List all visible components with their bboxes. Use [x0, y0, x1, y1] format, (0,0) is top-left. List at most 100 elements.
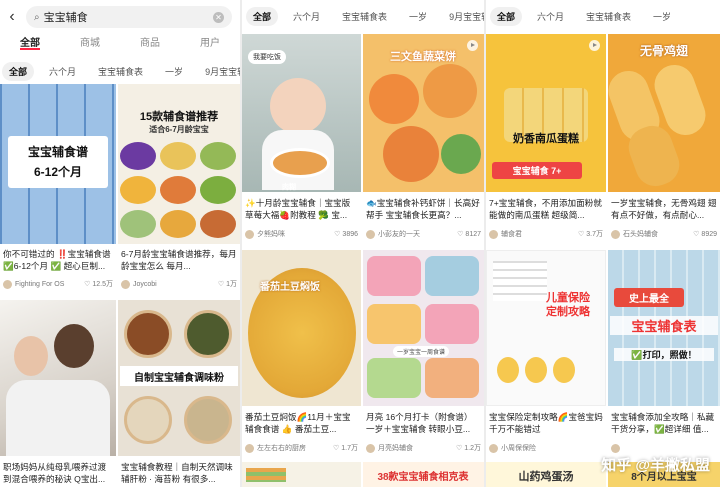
note-meta: 小周保保险 [489, 442, 603, 454]
note-caption: 一岁宝宝辅食，无骨鸡翅 翅有点不好做，有点耐心... [611, 198, 717, 220]
heart-icon[interactable]: ♡ [456, 444, 462, 452]
cover-title: 三文鱼蔬菜饼 [390, 51, 456, 63]
note-card[interactable]: 宝宝辅食谱 6-12个月 你不可错过的 ‼️宝宝辅食谱 ✅6-12个月 ✅ 超心… [0, 84, 116, 296]
author-name: Joycobi [133, 280, 157, 288]
note-cover-image: 自制宝宝辅食调味粉 [118, 300, 240, 456]
search-input[interactable]: ⌕ 宝宝辅食 ✕ [26, 6, 232, 28]
heart-icon[interactable]: ♡ [578, 230, 584, 238]
note-card[interactable]: 儿童保险 定制攻略 宝宝保险定制攻略🌈宝爸宝妈千万不能错过 小周保保险 [486, 250, 606, 462]
chip-six-months[interactable]: 六个月 [530, 7, 571, 26]
heart-icon[interactable]: ♡ [333, 444, 339, 452]
chip-food-table[interactable]: 宝宝辅食表 [91, 62, 150, 81]
chip-food-table[interactable]: 宝宝辅食表 [335, 7, 394, 26]
author-name: Fighting For OS [15, 280, 65, 288]
like-count: 3.7万 [586, 231, 603, 238]
tab-mall[interactable]: 商城 [80, 34, 100, 54]
note-caption: 职场妈妈从纯母乳喂养过渡到混合喂养的秘诀 Q宝出... [3, 462, 107, 484]
note-cover-image: 儿童保险 定制攻略 [486, 250, 606, 406]
filter-chips: 全部 六个月 宝宝辅食表 一岁 9月宝宝辅 [246, 6, 484, 26]
note-meta: 月亮妈辅食 ♡ 1.2万 [366, 442, 481, 454]
tab-users[interactable]: 用户 [200, 34, 220, 54]
heart-icon[interactable]: ♡ [457, 230, 463, 238]
note-meta: 石头妈辅食 ♡ 8929 [611, 228, 717, 240]
avatar [366, 443, 375, 453]
avatar [245, 443, 254, 453]
note-card[interactable]: 无骨鸡翅 一岁宝宝辅食，无骨鸡翅 翅有点不好做，有点耐心... 石头妈辅食 ♡ 8… [608, 34, 720, 246]
note-card[interactable]: 15款辅食谱推荐 适合6-7月龄宝宝 6-7月龄宝宝辅食谱推荐，每月龄宝宝怎么 … [118, 84, 240, 296]
chip-food-table[interactable]: 宝宝辅食表 [579, 7, 638, 26]
note-card[interactable]: 史上最全 宝宝辅食表 ✅打印，照做！ 宝宝辅食添加全攻略｜私藏干货分享，✅超详细… [608, 250, 720, 462]
chip-one-year[interactable]: 一岁 [158, 62, 190, 81]
search-icon: ⌕ [34, 11, 40, 23]
note-meta [611, 442, 717, 454]
author-name: 月亮妈辅食 [378, 445, 413, 452]
note-cover-image: 史上最全 宝宝辅食表 ✅打印，照做！ [608, 250, 720, 406]
note-cover-image: 我要吃饭 肉糊 [242, 34, 361, 192]
cover-title: 史上最全 [614, 288, 684, 307]
note-cover-image: 无骨鸡翅 [608, 34, 720, 192]
search-bar: ‹ ⌕ 宝宝辅食 ✕ [0, 0, 240, 34]
note-card[interactable]: 奶香南瓜蛋糕 宝宝辅食 7+ 7+宝宝辅食，不用添加面粉就能做的南瓜蛋糕 超级简… [486, 34, 606, 246]
cover-note: ✅打印，照做！ [614, 348, 714, 361]
video-play-icon [589, 40, 600, 51]
note-caption: 6-7月龄宝宝辅食谱推荐，每月龄宝宝怎么 每月... [121, 249, 237, 271]
like-count: 12.5万 [92, 281, 113, 288]
chip-all[interactable]: 全部 [490, 6, 523, 26]
speech-bubble: 我要吃饭 [248, 50, 286, 64]
note-card[interactable]: 番茄土豆焖饭 番茄土豆焖饭🌈11月＋宝宝辅食食谱 👍 番茄土豆... 左左右右的… [242, 250, 361, 462]
author-name: 小彭友的一天 [378, 231, 420, 238]
note-meta: 小彭友的一天 ♡ 8127 [366, 228, 481, 240]
cover-title: 宝宝辅食谱 6-12个月 [27, 145, 88, 179]
note-meta: 夕熊妈咪 ♡ 3896 [245, 228, 358, 240]
cover-subtitle: 适合6-7月龄宝宝 [149, 125, 209, 134]
cover-title: 38款宝宝辅食相克表 [377, 472, 469, 483]
chip-six-months[interactable]: 六个月 [286, 7, 327, 26]
note-cover-image: 15款辅食谱推荐 适合6-7月龄宝宝 [118, 84, 240, 244]
results-column: 全部 六个月 宝宝辅食表 一岁 9月宝宝辅 我要吃饭 肉糊 ✨十月龄宝宝辅食｜宝… [242, 0, 484, 487]
heart-icon[interactable]: ♡ [334, 230, 340, 238]
clear-search-icon[interactable]: ✕ [213, 11, 224, 23]
chip-all[interactable]: 全部 [246, 6, 279, 26]
note-caption: ✨十月龄宝宝辅食｜宝宝版草莓大福🍓附教程 🥦 宝... [245, 198, 351, 220]
chip-all[interactable]: 全部 [2, 61, 35, 81]
chip-six-months[interactable]: 六个月 [42, 62, 83, 81]
cover-title: 儿童保险 定制攻略 [546, 292, 590, 318]
like-count: 8929 [701, 230, 717, 238]
like-count: 1万 [226, 281, 237, 288]
note-caption: 番茄土豆焖饭🌈11月＋宝宝辅食食谱 👍 番茄土豆... [245, 412, 351, 434]
note-caption: 月亮 16个月打卡（附食谱）一岁＋宝宝辅食 转眼小豆... [366, 412, 473, 434]
filter-chips: 全部 六个月 宝宝辅食表 一岁 9月宝宝辅 [2, 61, 240, 81]
cover-title: 山药鸡蛋汤 [518, 471, 574, 483]
tab-all[interactable]: 全部 [20, 34, 40, 50]
avatar [611, 443, 620, 453]
cover-title: 15款辅食谱推荐 [139, 111, 219, 123]
chip-one-year[interactable]: 一岁 [646, 7, 678, 26]
tab-products[interactable]: 商品 [140, 34, 160, 54]
like-count: 1.2万 [464, 445, 481, 452]
author-name: 辅食君 [501, 231, 522, 238]
back-arrow-icon[interactable]: ‹ [4, 8, 20, 26]
note-caption: 宝宝辅食教程｜自制天然调味辅肝粉 · 海苔粉 有很多... [121, 462, 233, 484]
note-card[interactable]: 自制宝宝辅食调味粉 宝宝辅食教程｜自制天然调味辅肝粉 · 海苔粉 有很多... [118, 300, 240, 487]
note-card[interactable] [242, 462, 361, 487]
avatar [3, 279, 12, 289]
chip-nine-months[interactable]: 9月宝宝辅 [442, 7, 484, 26]
chip-nine-months[interactable]: 9月宝宝辅 [198, 62, 240, 81]
note-card[interactable]: 我要吃饭 肉糊 ✨十月龄宝宝辅食｜宝宝版草莓大福🍓附教程 🥦 宝... 夕熊妈咪… [242, 34, 361, 246]
author-name: 石头妈辅食 [623, 231, 658, 238]
note-card[interactable]: 38款宝宝辅食相克表 [363, 462, 484, 487]
note-caption: 宝宝辅食添加全攻略｜私藏干货分享，✅超详细 值... [611, 412, 715, 434]
watermark: 知乎 @羊撇私盟 [601, 457, 710, 474]
note-card[interactable]: 三文鱼蔬菜饼 🐟宝宝辅食补钙虾饼｜长高好帮手 宝宝辅食长更高？... 小彭友的一… [363, 34, 484, 246]
cover-title: 一岁宝宝一周食谱 [393, 346, 450, 357]
heart-icon[interactable]: ♡ [693, 230, 699, 238]
like-count: 1.7万 [341, 445, 358, 452]
heart-icon[interactable]: ♡ [84, 280, 90, 288]
note-card[interactable]: 职场妈妈从纯母乳喂养过渡到混合喂养的秘诀 Q宝出... [0, 300, 116, 487]
heart-icon[interactable]: ♡ [218, 280, 224, 288]
note-card[interactable]: 山药鸡蛋汤 [486, 462, 606, 487]
chip-one-year[interactable]: 一岁 [402, 7, 434, 26]
note-card[interactable]: 一岁宝宝一周食谱 月亮 16个月打卡（附食谱）一岁＋宝宝辅食 转眼小豆... 月… [363, 250, 484, 462]
avatar [489, 229, 498, 239]
cover-title: 番茄土豆焖饭 [260, 282, 320, 293]
